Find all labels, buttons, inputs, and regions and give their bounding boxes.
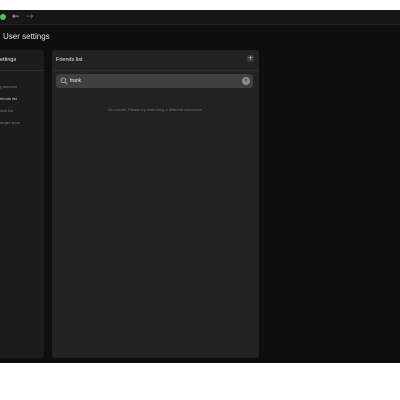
page-title: User settings [3,32,50,41]
sidebar-item-block-list[interactable]: lock list [0,108,13,113]
forward-arrow-icon[interactable]: → [26,11,34,23]
sidebar-item-friends-list[interactable]: riends list [0,96,17,101]
sidebar-item-danger-zone[interactable]: anger zone [0,120,20,125]
sidebar-divider [0,70,44,71]
panel-divider [52,70,259,71]
plus-icon: + [247,55,254,62]
app-window: ← → User settings ettings y account rien… [0,10,400,363]
search-icon [60,77,68,85]
window-status-dot [0,14,6,20]
panel-title: Friends list [56,57,83,63]
search-box[interactable]: × [56,74,253,88]
close-icon: × [243,78,249,84]
title-bar: ← → [0,10,400,25]
add-friend-button[interactable]: + [247,55,254,62]
back-arrow-icon[interactable]: ← [12,11,20,23]
friends-list-panel: Friends list + × No results. Please try … [52,50,259,358]
settings-sidebar: ettings y account riends list lock list … [0,50,44,358]
sidebar-item-my-account[interactable]: y account [0,84,17,89]
sidebar-title: ettings [0,57,17,63]
clear-search-button[interactable]: × [242,77,250,85]
search-input[interactable] [70,75,230,87]
empty-results-message: No results. Please try searching a diffe… [107,107,204,112]
